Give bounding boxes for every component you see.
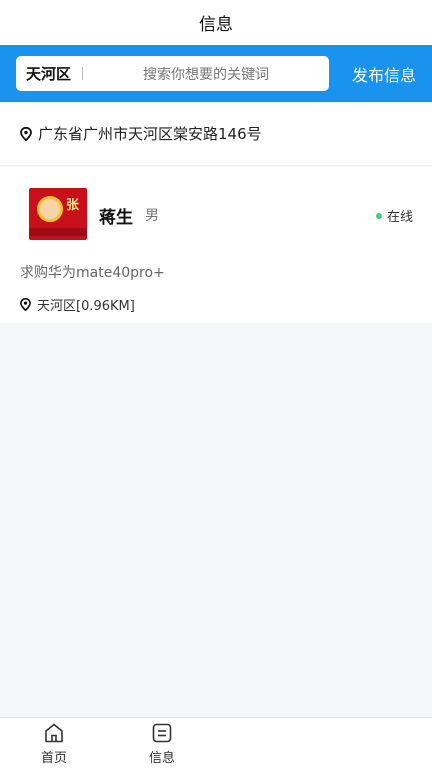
- post-content: 求购华为mate40pro+: [20, 265, 165, 281]
- avatar-figure: [37, 196, 63, 222]
- post-card[interactable]: 张 蒋生 男 在线 求购华为mate40pro+ 天河区[0.96KM]: [0, 167, 432, 323]
- online-status-label: 在线: [386, 210, 413, 225]
- tab-message-label: 信息: [148, 751, 175, 766]
- user-name: 蒋生: [99, 208, 133, 228]
- search-input[interactable]: 搜索你想要的关键词: [83, 64, 329, 84]
- avatar-strip: [29, 228, 87, 236]
- tab-message[interactable]: 信息: [132, 722, 192, 766]
- location-pin-icon: [20, 298, 31, 311]
- message-icon: [152, 723, 172, 743]
- current-location-text: 广东省广州市天河区棠安路146号: [38, 125, 262, 143]
- district-selector[interactable]: 天河区: [16, 63, 82, 84]
- search-box[interactable]: 天河区 搜索你想要的关键词: [16, 56, 329, 91]
- home-icon: [45, 723, 63, 743]
- search-bar: 天河区 搜索你想要的关键词 发布信息: [0, 45, 432, 102]
- online-dot-icon: [375, 212, 382, 219]
- user-gender: 男: [145, 208, 159, 224]
- publish-button[interactable]: 发布信息: [352, 45, 416, 102]
- title-bar: 信息: [0, 0, 432, 45]
- tab-home[interactable]: 首页: [24, 722, 84, 766]
- page-title: 信息: [199, 15, 233, 35]
- avatar[interactable]: 张: [29, 188, 87, 240]
- post-location: 天河区[0.96KM]: [20, 295, 135, 314]
- current-location-row[interactable]: 广东省广州市天河区棠安路146号: [0, 102, 432, 166]
- avatar-text: 张: [66, 198, 80, 213]
- online-status: 在线: [375, 206, 413, 225]
- tab-home-label: 首页: [40, 751, 67, 766]
- location-pin-icon: [20, 126, 32, 141]
- bottom-tab-bar: 首页 信息: [0, 717, 432, 768]
- post-location-text: 天河区[0.96KM]: [37, 299, 135, 314]
